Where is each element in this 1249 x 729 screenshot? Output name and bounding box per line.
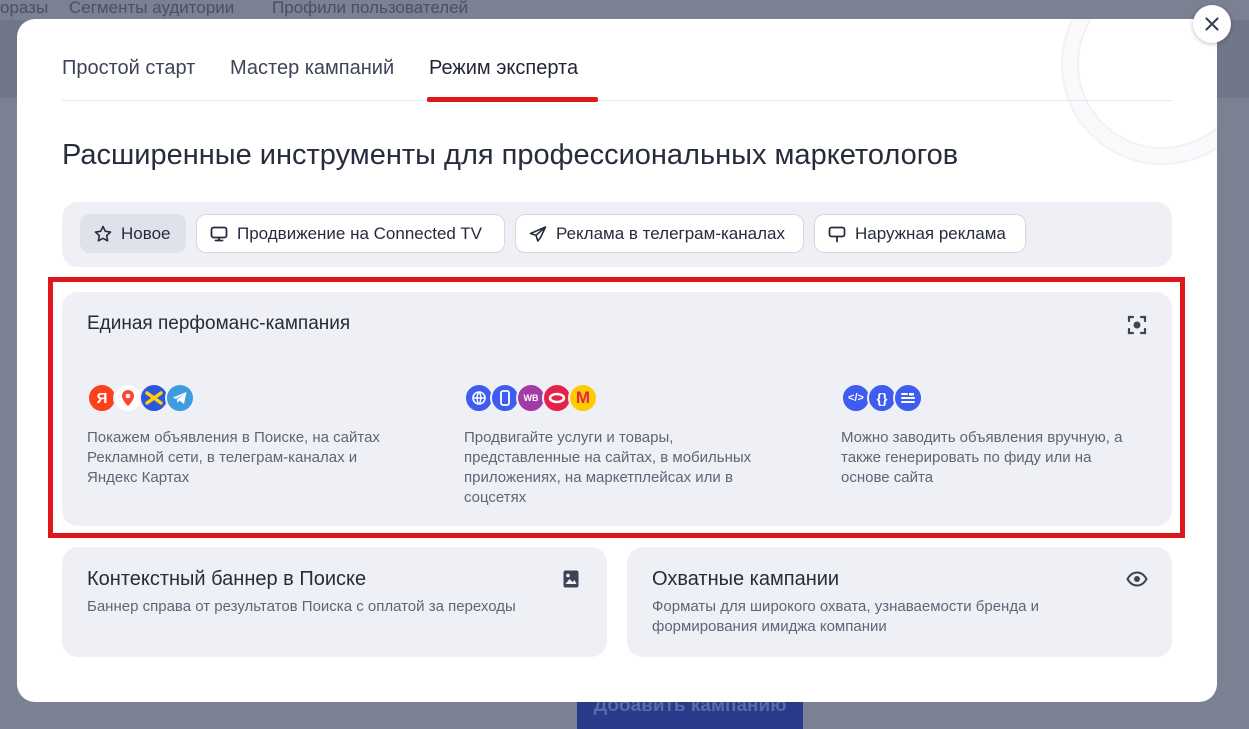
chip-label: Продвижение на Connected TV [237,223,483,243]
chip-connected-tv[interactable]: Продвижение на Connected TV [196,214,505,253]
page-title: Расширенные инструменты для профессионал… [62,139,959,171]
card-description: Покажем объявления в Поиске, на сайтах Р… [87,429,380,486]
chip-label: Новое [121,223,171,243]
creation-icons: </> {} [841,383,923,413]
send-icon [529,225,547,242]
context-banner-card[interactable]: Контекстный баннер в Поиске Баннер справ… [62,547,607,657]
close-icon [1205,17,1219,31]
card-title: Единая перфоманс-кампания [87,313,351,334]
chip-new[interactable]: Новое [80,214,186,253]
bg-nav-item: Профили пользователей [272,0,469,17]
card-description: Форматы для широкого охвата, узнаваемост… [652,598,1039,635]
bg-nav-item: оразы [0,0,49,17]
telegram-icon [165,383,195,413]
feed-icon [893,383,923,413]
billboard-icon [828,226,846,242]
chip-outdoor-ads[interactable]: Наружная реклама [814,214,1026,253]
tab-simple-start[interactable]: Простой старт [62,57,195,80]
channels-icons: Я [87,383,195,413]
mode-tabs: Простой старт Мастер кампаний Режим эксп… [62,57,1172,102]
filter-chips: Новое Продвижение на Connected TV Реклам… [62,202,1172,267]
bg-nav-item: Сегменты аудитории [69,0,235,17]
card-description: Можно заводить объявления вручную, а так… [841,429,1123,486]
campaign-type-modal: Простой старт Мастер кампаний Режим эксп… [17,19,1217,702]
reach-campaigns-card[interactable]: Охватные кампании Форматы для широкого о… [627,547,1172,657]
card-title: Контекстный баннер в Поиске [87,568,367,590]
chip-label: Наружная реклама [855,223,1006,243]
card-description: Продвигайте услуги и товары, представлен… [464,429,752,506]
tab-campaign-master[interactable]: Мастер кампаний [230,57,394,80]
market-icon: M [568,383,598,413]
active-tab-indicator [427,97,598,102]
image-icon [563,570,579,588]
chip-label: Реклама в телеграм-каналах [556,223,785,243]
tab-expert-mode[interactable]: Режим эксперта [429,57,578,80]
performance-campaign-card[interactable]: Единая перфоманс-кампания Я Покажем объя… [62,292,1172,526]
close-button[interactable] [1193,5,1231,43]
star-icon [94,225,112,242]
chip-telegram[interactable]: Реклама в телеграм-каналах [515,214,804,253]
card-title: Охватные кампании [652,568,840,590]
eye-icon [1126,571,1148,587]
platforms-icons: WB M [464,383,598,413]
background-nav: оразы Сегменты аудитории Профили пользов… [0,0,1249,20]
target-icon [1127,315,1147,335]
tv-icon [210,226,228,241]
card-description: Баннер справа от результатов Поиска с оп… [87,598,516,615]
